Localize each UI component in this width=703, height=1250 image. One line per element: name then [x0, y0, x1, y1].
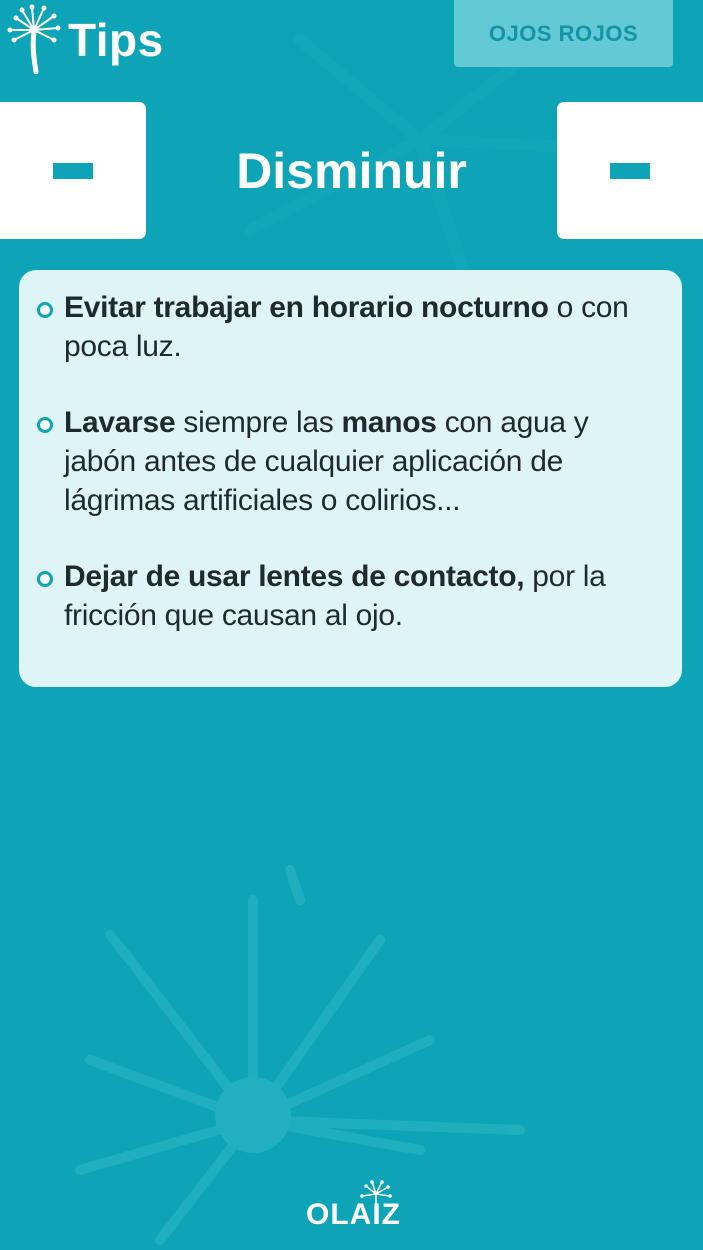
brand-name: OLAIZ	[306, 1198, 401, 1231]
minus-icon	[610, 162, 650, 179]
section-title: Disminuir	[236, 143, 467, 199]
circle-bullet-icon	[37, 302, 53, 318]
tip-text: Evitar trabajar en horario nocturno o co…	[64, 291, 629, 363]
app-header: Tips OJOS ROJOS	[0, 0, 703, 80]
tips-card: Evitar trabajar en horario nocturno o co…	[19, 270, 682, 687]
tip-text: Dejar de usar lentes de contacto, por la…	[64, 560, 606, 632]
circle-bullet-icon	[37, 417, 53, 433]
next-button[interactable]	[557, 102, 703, 239]
category-button[interactable]: OJOS ROJOS	[454, 0, 673, 67]
circle-bullet-icon	[37, 571, 53, 587]
dandelion-icon	[7, 4, 61, 74]
tip-text: Lavarse siempre las manos con agua y jab…	[64, 406, 589, 517]
previous-button[interactable]	[0, 102, 146, 239]
minus-icon	[53, 162, 93, 179]
page-title: Tips	[68, 14, 164, 66]
